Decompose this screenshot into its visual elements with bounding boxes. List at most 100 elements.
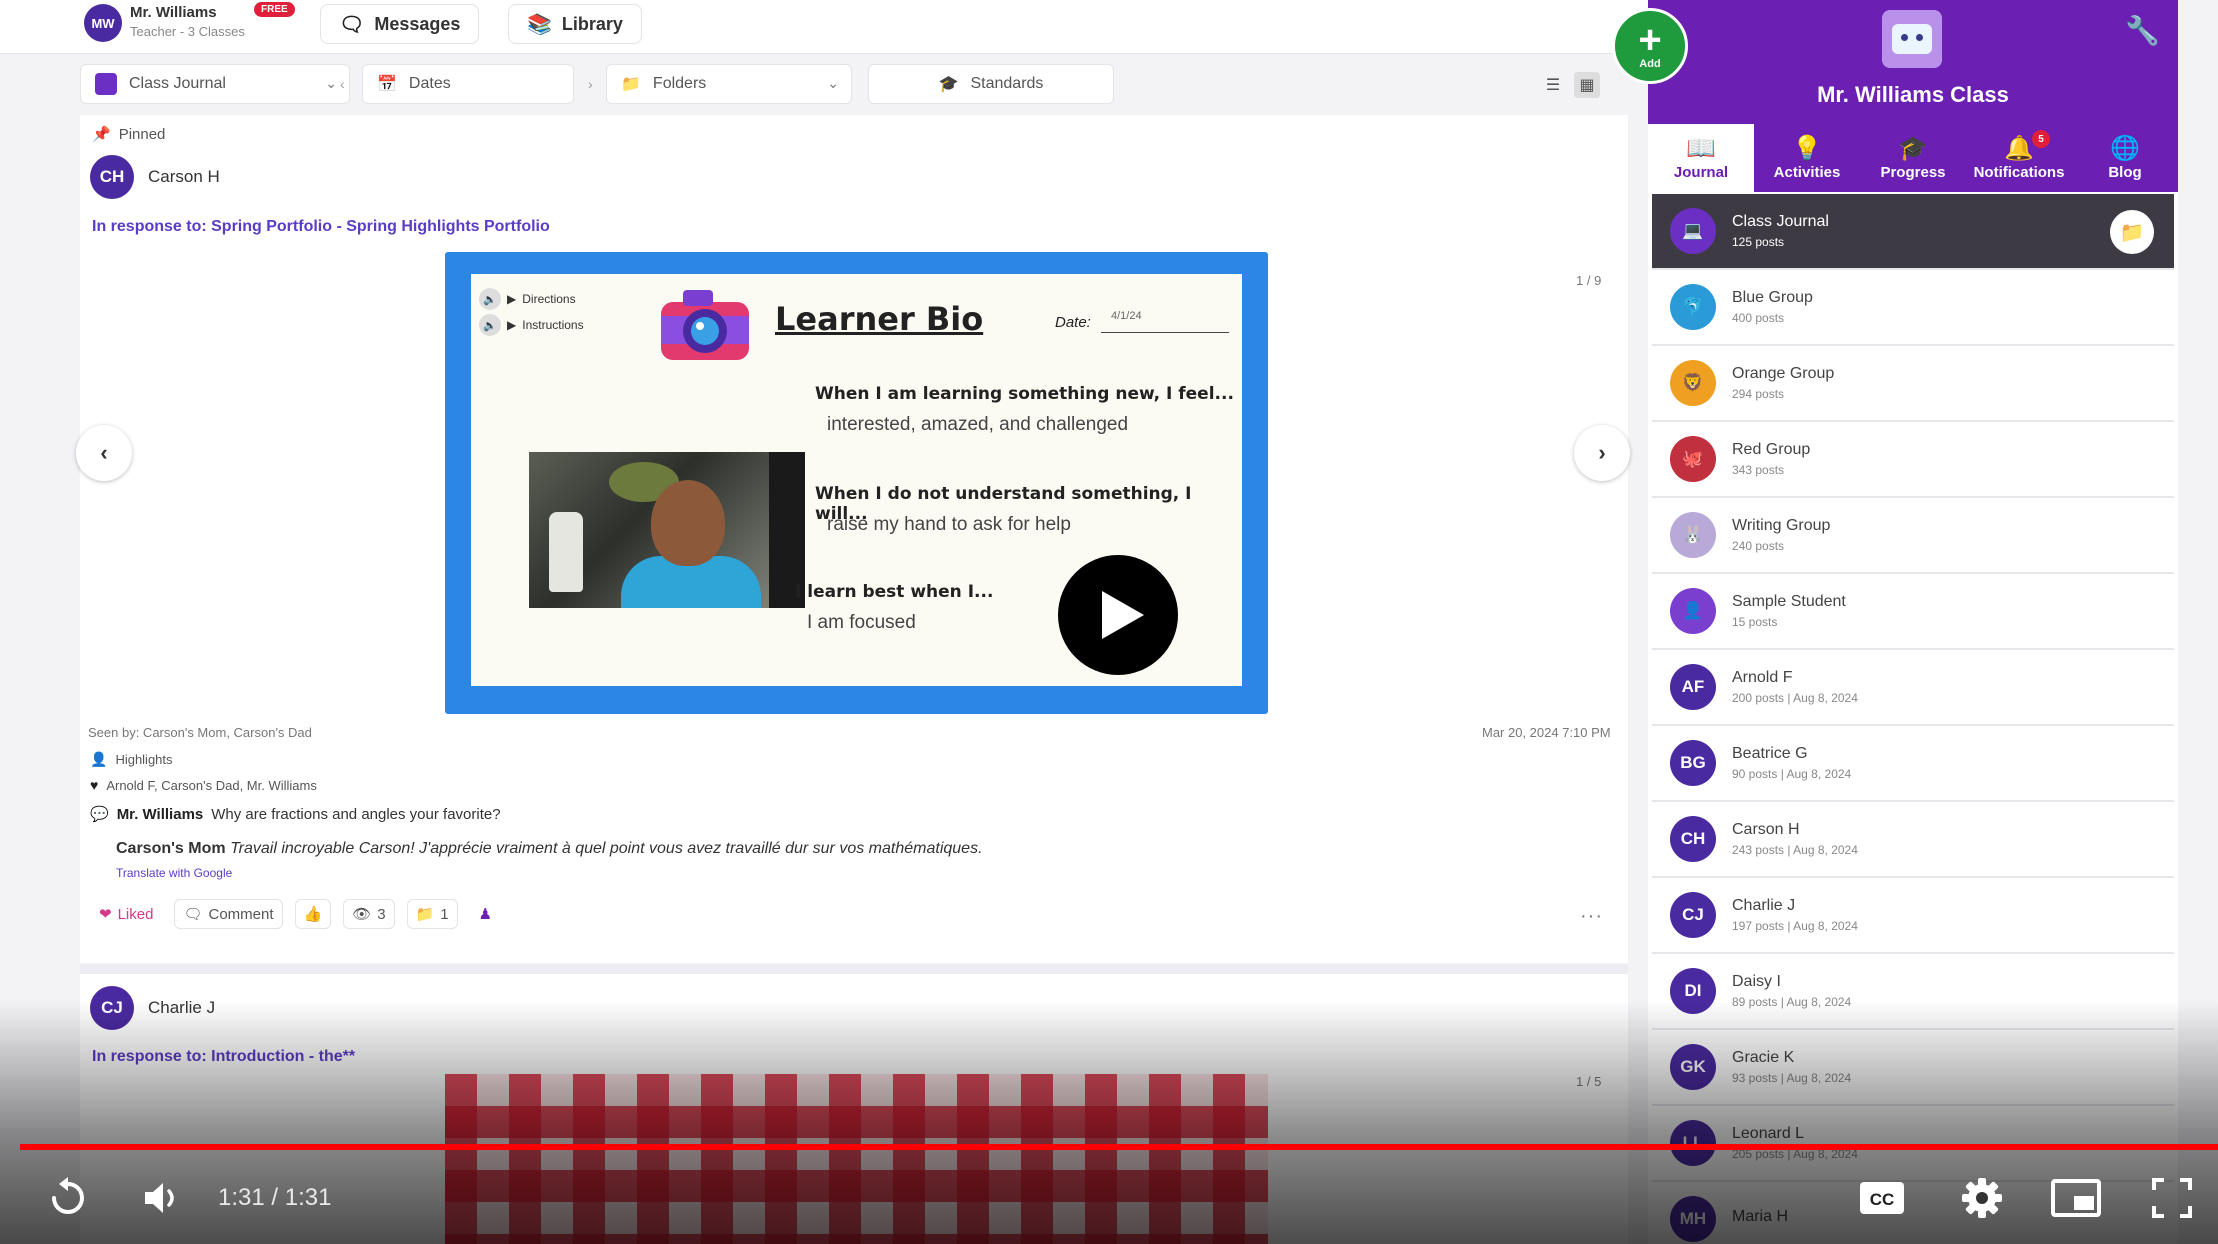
tab-label: Journal xyxy=(1673,163,1729,181)
tab-activities[interactable]: 💡 Activities xyxy=(1754,124,1860,192)
comment-text: Travail incroyable Carson! J'apprécie vr… xyxy=(230,840,983,857)
plus-icon: + xyxy=(1638,18,1662,62)
item-name: Blue Group xyxy=(1732,289,1813,306)
wrench-icon[interactable]: 🔧 xyxy=(2125,14,2160,47)
sidebar-student-item[interactable]: BG Beatrice G 90 posts | Aug 8, 2024 xyxy=(1652,726,2174,802)
item-text: Beatrice G 90 posts | Aug 8, 2024 xyxy=(1732,745,1851,781)
tab-blog[interactable]: 🌐 Blog xyxy=(2072,124,2178,192)
response-link[interactable]: In response to: Introduction - the** xyxy=(92,1048,355,1066)
like-button[interactable]: ❤ Liked xyxy=(90,899,163,929)
video-player[interactable]: MW Mr. Williams Teacher - 3 Classes FREE… xyxy=(0,0,2218,1244)
response-link[interactable]: In response to: Spring Portfolio - Sprin… xyxy=(92,218,550,236)
date-label: Date: xyxy=(1055,314,1091,331)
item-name: Orange Group xyxy=(1732,365,1835,382)
sidebar-group-item[interactable]: 🐬 Blue Group 400 posts xyxy=(1652,270,2174,346)
folder-icon: 📁 xyxy=(621,76,641,93)
messages-button[interactable]: 🗨 Messages xyxy=(320,4,480,44)
slide-title: Learner Bio xyxy=(775,300,984,338)
user-avatar: MW xyxy=(84,4,122,42)
speaker-icon: 🔈 xyxy=(479,288,501,310)
page-counter: 1 / 5 xyxy=(1576,1074,1602,1089)
tab-label: Progress xyxy=(1880,163,1946,181)
miniplayer-button[interactable] xyxy=(2046,1172,2106,1224)
class-journal-icon xyxy=(95,73,117,95)
dates-filter[interactable]: 📅 Dates xyxy=(362,64,574,104)
settings-button[interactable] xyxy=(1952,1172,2012,1224)
comment-icon: 🗨 xyxy=(183,906,203,923)
translate-link[interactable]: Translate with Google xyxy=(116,866,232,880)
sidebar-group-item[interactable]: 🐰 Writing Group 240 posts xyxy=(1652,498,2174,574)
standards-button[interactable]: 🎓 Standards xyxy=(868,64,1114,104)
plan-badge: FREE xyxy=(254,2,295,17)
journal-select[interactable]: Class Journal ⌄ xyxy=(80,64,350,104)
sidebar-group-item[interactable]: 💻 Class Journal 125 posts 📁 xyxy=(1652,194,2174,270)
standards-label: Standards xyxy=(970,75,1044,92)
add-button[interactable]: + Add xyxy=(1612,8,1688,84)
user-role: Teacher - 3 Classes xyxy=(130,24,245,39)
play-small-icon: ▶ xyxy=(507,318,517,332)
grid-view-toggle[interactable]: ▦ xyxy=(1574,72,1600,98)
progress-bar[interactable] xyxy=(20,1144,2218,1150)
fullscreen-button[interactable] xyxy=(2142,1172,2202,1224)
page-counter: 1 / 9 xyxy=(1576,273,1602,288)
more-options-button[interactable]: ··· xyxy=(1580,905,1603,928)
tab-journal[interactable]: 📖 Journal xyxy=(1648,124,1754,192)
chevron-down-icon: ⌄ xyxy=(325,75,337,91)
next-page-button[interactable]: › xyxy=(1574,425,1630,481)
tab-label: Activities xyxy=(1773,163,1841,181)
slide-answer-2: raise my hand to ask for help xyxy=(827,514,1071,535)
item-name: Gracie K xyxy=(1732,1049,1795,1066)
views-button[interactable]: 👁 3 xyxy=(343,899,395,929)
likes-line: ♥ Arnold F, Carson's Dad, Mr. Williams xyxy=(90,777,317,793)
previous-page-button[interactable]: ‹ xyxy=(76,425,132,481)
heart-icon: ❤ xyxy=(99,906,112,923)
item-subtitle: 240 posts xyxy=(1732,539,1785,553)
sidebar-group-item[interactable]: 🐙 Red Group 343 posts xyxy=(1652,422,2174,498)
tab-progress[interactable]: 🎓 Progress xyxy=(1860,124,1966,192)
list-view-toggle[interactable]: ☰ xyxy=(1540,72,1566,98)
student-avatar: AF xyxy=(1670,664,1716,710)
journal-post: 📌 Pinned CH Carson H In response to: Spr… xyxy=(76,115,1630,963)
robot-icon xyxy=(1882,10,1942,68)
folder-icon[interactable]: 📁 xyxy=(2110,210,2154,254)
sidebar-student-item[interactable]: CH Carson H 243 posts | Aug 8, 2024 xyxy=(1652,802,2174,878)
slide-answer-1: interested, amazed, and challenged xyxy=(827,414,1129,435)
item-text: Charlie J 197 posts | Aug 8, 2024 xyxy=(1732,897,1858,933)
books-icon: 📚 xyxy=(527,13,552,36)
sidebar-student-item[interactable]: AF Arnold F 200 posts | Aug 8, 2024 xyxy=(1652,650,2174,726)
liked-by: Arnold F, Carson's Dad, Mr. Williams xyxy=(106,777,317,793)
sidebar-student-item[interactable]: CJ Charlie J 197 posts | Aug 8, 2024 xyxy=(1652,878,2174,954)
play-button[interactable] xyxy=(1058,555,1178,675)
journal-select-value: Class Journal xyxy=(129,75,226,92)
chevron-left-icon: ‹ xyxy=(100,440,108,465)
folders-button[interactable]: 📁 1 xyxy=(406,899,458,929)
folders-select[interactable]: 📁 Folders ⌄ xyxy=(606,64,852,104)
student-avatar: BG xyxy=(1670,740,1716,786)
captions-button[interactable]: CC xyxy=(1852,1172,1912,1224)
item-text: Red Group 343 posts xyxy=(1732,441,1810,477)
comment-button[interactable]: 🗨 Comment xyxy=(174,899,283,929)
tab-notifications[interactable]: 🔔 5 Notifications xyxy=(1966,124,2072,192)
user-menu[interactable]: MW Mr. Williams Teacher - 3 Classes FREE xyxy=(80,2,295,46)
reaction-button[interactable]: 👍 xyxy=(294,899,332,929)
sidebar-student-item[interactable]: GK Gracie K 93 posts | Aug 8, 2024 xyxy=(1652,1030,2174,1106)
item-name: Charlie J xyxy=(1732,897,1796,914)
sidebar-group-item[interactable]: 👤 Sample Student 15 posts xyxy=(1652,574,2174,650)
post-author[interactable]: CJ Charlie J xyxy=(90,986,215,1030)
volume-button[interactable] xyxy=(134,1172,190,1224)
skill-label: Highlights xyxy=(115,752,173,767)
audio-instructions[interactable]: 🔈 ▶ Instructions xyxy=(479,314,584,336)
comment-parent: Carson's Mom Travail incroyable Carson! … xyxy=(116,840,983,858)
replay-button[interactable] xyxy=(40,1172,96,1224)
audio-directions[interactable]: 🔈 ▶ Directions xyxy=(479,288,576,310)
like-label: Liked xyxy=(117,905,154,923)
pin-icon: 📌 xyxy=(92,126,111,143)
library-button[interactable]: 📚 Library xyxy=(508,4,642,44)
post-author[interactable]: CH Carson H xyxy=(90,155,220,199)
approve-button[interactable]: ♟ xyxy=(469,899,502,929)
sidebar-group-item[interactable]: 🦁 Orange Group 294 posts xyxy=(1652,346,2174,422)
post-media[interactable] xyxy=(445,1074,1268,1244)
replay-icon xyxy=(52,1177,84,1214)
sidebar-student-item[interactable]: DI Daisy I 89 posts | Aug 8, 2024 xyxy=(1652,954,2174,1030)
tab-label: Notifications xyxy=(1973,163,2065,181)
